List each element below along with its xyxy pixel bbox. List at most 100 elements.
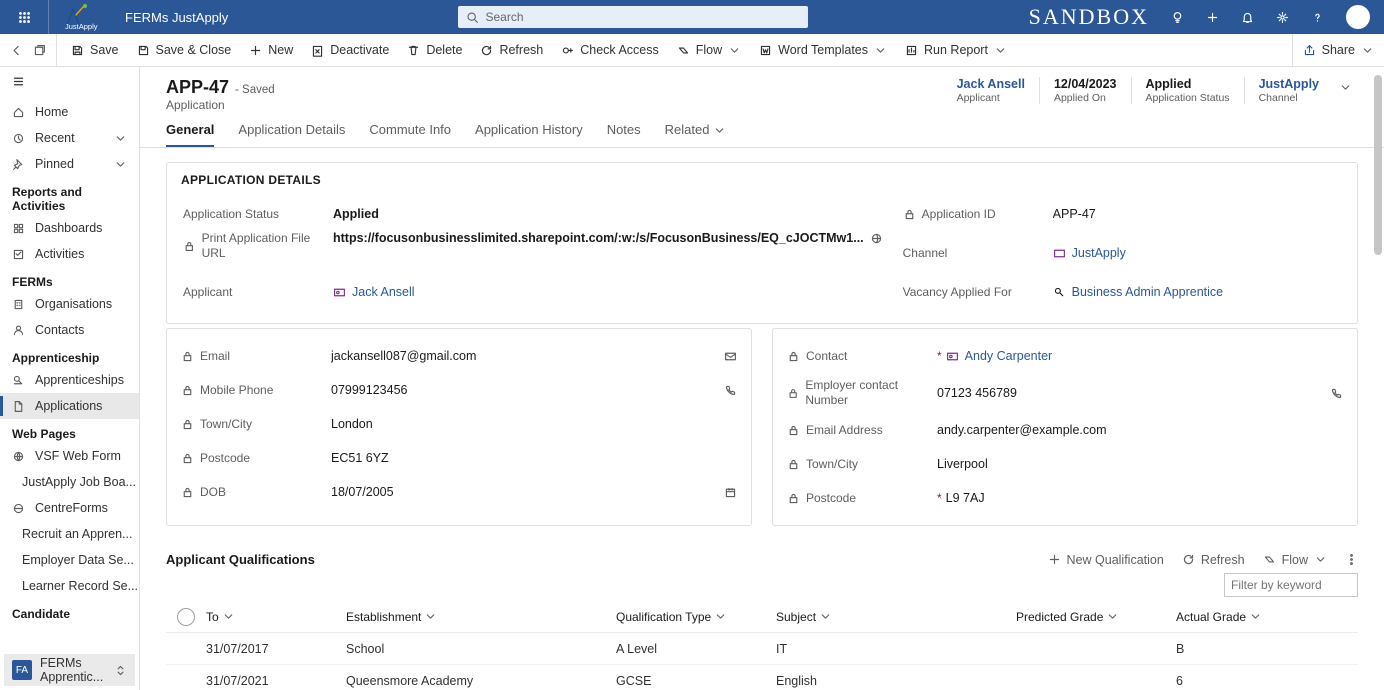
col-to[interactable]: To [206, 610, 346, 624]
field-print-url[interactable]: Print Application File URL https://focus… [183, 231, 883, 275]
nav-pinned[interactable]: Pinned [0, 151, 139, 177]
nav-recruit[interactable]: Recruit an Appren... [0, 521, 139, 547]
search-icon [466, 11, 479, 24]
nav-activities[interactable]: Activities [0, 241, 139, 267]
tab-application-history[interactable]: Application History [475, 122, 583, 147]
search-list-icon [1053, 286, 1066, 299]
subgrid-more-button[interactable] [1345, 553, 1358, 566]
word-templates-button[interactable]: Word Templates [759, 43, 887, 57]
scrollbar[interactable] [1372, 67, 1384, 690]
chevron-down-icon [424, 610, 437, 623]
save-button[interactable]: Save [71, 43, 119, 57]
summary-applicant[interactable]: Jack AnsellApplicant [943, 77, 1039, 104]
select-all-checkbox[interactable] [177, 608, 195, 626]
open-new-window-icon[interactable] [33, 44, 46, 57]
record-state: - Saved [235, 84, 275, 96]
chevron-down-icon [874, 44, 887, 57]
nav-collapse-button[interactable] [0, 67, 139, 99]
box-applicant-contact: Emailjackansell087@gmail.com Mobile Phon… [166, 328, 752, 526]
col-subject[interactable]: Subject [776, 610, 1016, 624]
table-row[interactable]: 31/07/2017 School A Level IT B [166, 633, 1358, 665]
check-access-button[interactable]: Check Access [561, 43, 659, 57]
record-header: APP-47- Saved Application Jack AnsellApp… [140, 67, 1384, 112]
delete-button[interactable]: Delete [407, 43, 462, 57]
field-applicant[interactable]: Applicant Jack Ansell [183, 275, 883, 309]
plus-icon[interactable] [1206, 11, 1219, 24]
lock-icon [181, 452, 194, 465]
tab-general[interactable]: General [166, 122, 214, 147]
app-area-picker[interactable]: FA FERMs Apprentic... [4, 654, 135, 686]
flow-button[interactable]: Flow [677, 43, 741, 57]
gear-icon[interactable] [1276, 11, 1289, 24]
nav-recent[interactable]: Recent [0, 125, 139, 151]
field-dob[interactable]: DOB18/07/2005 [181, 475, 737, 509]
field-channel[interactable]: Channel JustApply [903, 231, 1341, 275]
col-qualification-type[interactable]: Qualification Type [616, 610, 776, 624]
field-vacancy[interactable]: Vacancy Applied For Business Admin Appre… [903, 275, 1341, 309]
save-close-button[interactable]: Save & Close [137, 43, 232, 57]
new-qualification-button[interactable]: New Qualification [1048, 553, 1164, 567]
help-icon[interactable] [1311, 11, 1324, 24]
app-launcher[interactable] [0, 11, 48, 24]
chevron-down-icon [1314, 553, 1327, 566]
lock-icon [787, 458, 800, 471]
share-button[interactable]: Share [1303, 43, 1374, 57]
field-email[interactable]: Emailjackansell087@gmail.com [181, 339, 737, 373]
nav-employer-data[interactable]: Employer Data Se... [0, 547, 139, 573]
global-search[interactable]: Search [458, 6, 808, 28]
field-postcode[interactable]: PostcodeEC51 6YZ [181, 441, 737, 475]
subgrid-flow-button[interactable]: Flow [1263, 553, 1327, 567]
nav-contacts[interactable]: Contacts [0, 317, 139, 343]
tab-application-details[interactable]: Application Details [238, 122, 345, 147]
form-area: APP-47- Saved Application Jack AnsellApp… [140, 67, 1384, 690]
field-emp-email[interactable]: Email Addressandy.carpenter@example.com [787, 413, 1343, 447]
home-icon [12, 106, 25, 119]
globe-icon[interactable] [870, 232, 883, 245]
field-contact[interactable]: Contact*Andy Carpenter [787, 339, 1343, 373]
nav-vsf[interactable]: VSF Web Form [0, 443, 139, 469]
summary-channel[interactable]: JustApplyChannel [1244, 77, 1333, 104]
field-emp-number[interactable]: Employer contact Number07123 456789 [787, 373, 1343, 413]
calendar-icon[interactable] [724, 486, 737, 499]
deactivate-button[interactable]: Deactivate [311, 43, 389, 57]
nav-applications[interactable]: Applications [0, 393, 139, 419]
subgrid-filter-input[interactable] [1224, 573, 1358, 597]
col-predicted-grade[interactable]: Predicted Grade [1016, 610, 1176, 624]
mail-icon[interactable] [724, 350, 737, 363]
field-town[interactable]: Town/CityLondon [181, 407, 737, 441]
nav-centreforms[interactable]: CentreForms [0, 495, 139, 521]
bell-icon[interactable] [1241, 11, 1254, 24]
lightbulb-icon[interactable] [1171, 11, 1184, 24]
phone-icon[interactable] [724, 384, 737, 397]
site-nav: Home Recent Pinned Reports and Activitie… [0, 67, 140, 690]
nav-dashboards[interactable]: Dashboards [0, 215, 139, 241]
field-emp-town[interactable]: Town/CityLiverpool [787, 447, 1343, 481]
col-establishment[interactable]: Establishment [346, 610, 616, 624]
col-actual-grade[interactable]: Actual Grade [1176, 610, 1326, 624]
table-row[interactable]: 31/07/2021 Queensmore Academy GCSE Engli… [166, 665, 1358, 690]
new-button[interactable]: New [249, 43, 293, 57]
nav-job-board[interactable]: JustApply Job Boa... [0, 469, 139, 495]
subgrid-refresh-button[interactable]: Refresh [1182, 553, 1245, 567]
tab-related[interactable]: Related [665, 122, 726, 147]
form-tabs: General Application Details Commute Info… [140, 112, 1384, 148]
subgrid-title: Applicant Qualifications [166, 552, 315, 567]
field-application-status[interactable]: Application Status Applied [183, 197, 883, 231]
tab-commute-info[interactable]: Commute Info [369, 122, 451, 147]
chevron-down-icon[interactable] [1339, 81, 1352, 94]
user-avatar[interactable] [1346, 5, 1370, 29]
back-button[interactable] [10, 44, 23, 57]
nav-organisations[interactable]: Organisations [0, 291, 139, 317]
run-report-button[interactable]: Run Report [905, 43, 1007, 57]
tab-notes[interactable]: Notes [607, 122, 641, 147]
activities-icon [12, 248, 25, 261]
field-mobile[interactable]: Mobile Phone07999123456 [181, 373, 737, 407]
nav-section-candidate: Candidate [0, 599, 139, 623]
refresh-button[interactable]: Refresh [480, 43, 543, 57]
nav-home[interactable]: Home [0, 99, 139, 125]
nav-apprenticeships[interactable]: Apprenticeships [0, 367, 139, 393]
environment-label: SANDBOX [1029, 4, 1149, 30]
nav-learner-record[interactable]: Learner Record Se... [0, 573, 139, 599]
field-emp-postcode[interactable]: Postcode*L9 7AJ [787, 481, 1343, 515]
phone-icon[interactable] [1330, 387, 1343, 400]
